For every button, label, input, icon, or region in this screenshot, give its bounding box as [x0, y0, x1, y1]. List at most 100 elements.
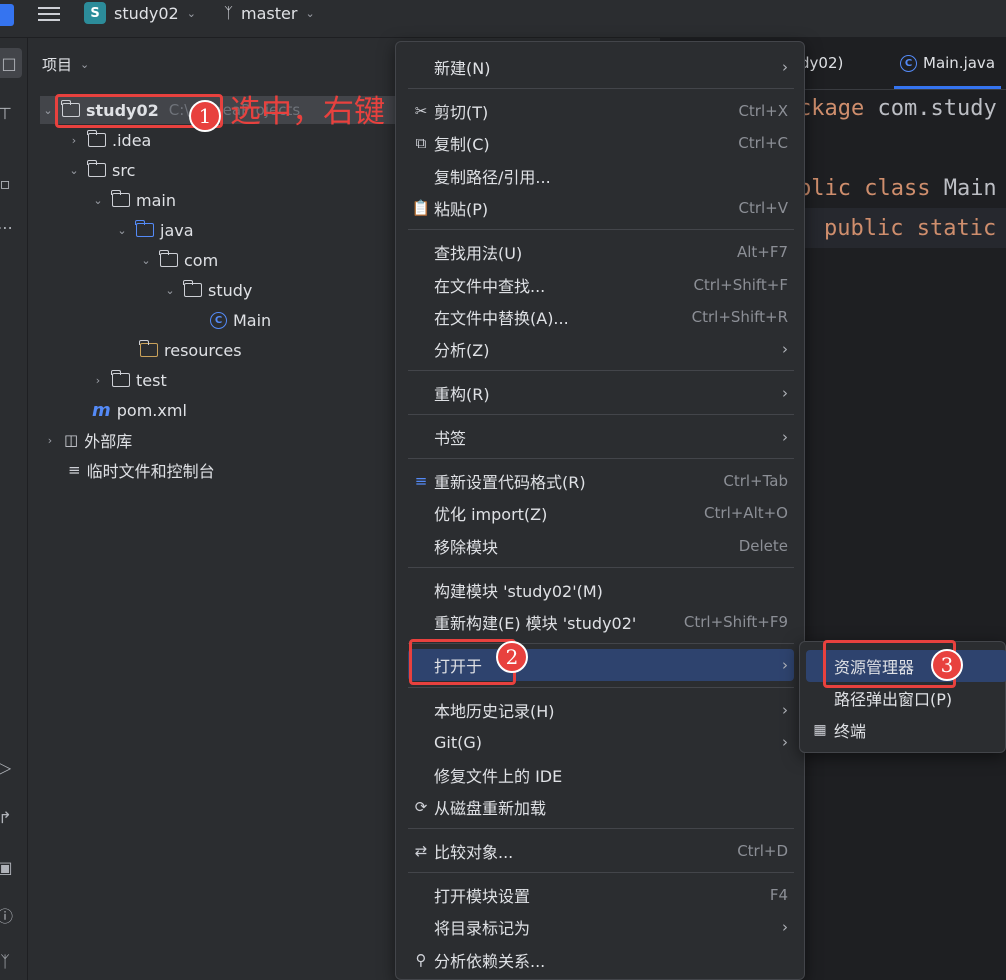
build-tool-icon[interactable]: ↱	[0, 806, 16, 828]
menu-item-optimize-imports[interactable]: 优化 import(Z) Ctrl+Alt+O	[408, 497, 794, 529]
app-logo-icon[interactable]	[0, 4, 14, 26]
menu-item-remove-module[interactable]: 移除模块 Delete	[408, 530, 794, 562]
menu-item-module-settings[interactable]: 打开模块设置 F4	[408, 879, 794, 911]
menu-separator	[408, 828, 794, 829]
package-icon	[183, 280, 202, 297]
folder-icon	[87, 160, 106, 177]
menu-separator	[408, 687, 794, 688]
menu-item-label: 打开模块设置	[434, 887, 531, 906]
code-line[interactable]: public static	[824, 216, 996, 241]
library-icon: ◫	[64, 431, 79, 449]
maven-icon: m	[92, 399, 111, 421]
menu-separator	[408, 872, 794, 873]
menu-item-shortcut: Ctrl+X	[738, 102, 788, 120]
tree-item-idea[interactable]: › .idea	[66, 126, 151, 154]
folder-icon	[87, 130, 106, 147]
tree-item-label: pom.xml	[116, 400, 187, 420]
submenu-item-terminal[interactable]: ▦ 终端	[806, 714, 1006, 746]
tree-item-test[interactable]: › test	[90, 366, 167, 394]
menu-item-label: 移除模块	[434, 538, 499, 557]
structure-tool-icon[interactable]: ▫	[0, 172, 16, 194]
chevron-right-icon: ›	[47, 433, 53, 447]
code-text: com.study	[864, 96, 997, 121]
menu-item-build-module[interactable]: 构建模块 'study02'(M)	[408, 574, 794, 606]
menu-item-label: 修复文件上的 IDE	[434, 767, 563, 786]
chevron-down-icon: ⌄	[69, 163, 79, 177]
chevron-right-icon: ›	[782, 656, 788, 674]
project-switcher[interactable]: S study02 ⌄	[84, 0, 196, 26]
main-menu-icon[interactable]	[38, 4, 60, 24]
tree-item-pom[interactable]: m pom.xml	[92, 396, 187, 424]
menu-item-label: 复制(C)	[434, 135, 490, 154]
menu-item-label: 分析依赖关系...	[434, 952, 546, 971]
tree-item-scratches[interactable]: ≡ 临时文件和控制台	[68, 456, 215, 484]
chevron-right-icon: ›	[782, 384, 788, 402]
tree-item-label: src	[112, 160, 136, 180]
tree-item-label: 临时文件和控制台	[86, 462, 215, 481]
menu-item-shortcut: Ctrl+Tab	[723, 472, 788, 490]
menu-item-cut[interactable]: ✂ 剪切(T) Ctrl+X	[408, 95, 794, 127]
tree-item-resources[interactable]: resources	[139, 336, 242, 364]
tree-item-com[interactable]: ⌄ com	[138, 246, 218, 274]
tab-main-java[interactable]: C Main.java	[893, 54, 1002, 89]
menu-item-label: 重新设置代码格式(R)	[434, 473, 586, 492]
menu-separator	[408, 370, 794, 371]
tree-item-external-libraries[interactable]: › ◫ 外部库	[42, 426, 132, 454]
code-line[interactable]: blic class Main	[798, 176, 997, 201]
menu-item-copy-path[interactable]: 复制路径/引用...	[408, 160, 794, 192]
menu-item-repair-ide[interactable]: 修复文件上的 IDE	[408, 759, 794, 791]
menu-item-compare-with[interactable]: ⇄ 比较对象... Ctrl+D	[408, 835, 794, 867]
menu-item-paste[interactable]: 📋 粘贴(P) Ctrl+V	[408, 192, 794, 224]
tab-study02[interactable]: dy02)	[800, 54, 843, 72]
branch-icon: ᛉ	[224, 4, 234, 22]
menu-item-find-in-files[interactable]: 在文件中查找... Ctrl+Shift+F	[408, 269, 794, 301]
tree-item-study[interactable]: ⌄ study	[162, 276, 252, 304]
menu-item-new[interactable]: 新建(N) ›	[408, 51, 794, 83]
menu-item-reload-from-disk[interactable]: ⟳ 从磁盘重新加载	[408, 791, 794, 823]
project-panel-header[interactable]: 项目 ⌄	[42, 54, 89, 75]
tree-item-src[interactable]: ⌄ src	[66, 156, 135, 184]
menu-item-refactor[interactable]: 重构(R) ›	[408, 377, 794, 409]
menu-item-shortcut: Ctrl+Shift+F	[693, 276, 788, 294]
menu-item-label: 本地历史记录(H)	[434, 702, 555, 721]
services-tool-icon[interactable]: ▷	[0, 756, 16, 778]
tree-item-java[interactable]: ⌄ java	[114, 216, 194, 244]
more-tools-icon[interactable]: ⋯	[0, 216, 16, 238]
package-icon	[159, 250, 178, 267]
code-text: Main	[930, 176, 997, 201]
branch-switcher[interactable]: ᛉ master ⌄	[224, 0, 315, 26]
panel-title: 项目	[42, 56, 73, 74]
project-tool-icon[interactable]: □	[0, 48, 22, 78]
tree-item-main-class[interactable]: C Main	[210, 306, 271, 334]
context-menu: 新建(N) › ✂ 剪切(T) Ctrl+X ⧉ 复制(C) Ctrl+C 复制路径/引用…	[395, 41, 805, 980]
tree-item-main[interactable]: ⌄ main	[90, 186, 176, 214]
commit-tool-icon[interactable]: ⊤	[0, 102, 16, 124]
menu-item-label: 新建(N)	[434, 59, 491, 78]
menu-item-mark-directory-as[interactable]: 将目录标记为 ›	[408, 911, 794, 943]
code-line[interactable]: ckage com.study	[798, 96, 997, 121]
terminal-tool-icon[interactable]: ▣	[0, 856, 16, 878]
menu-item-find-usages[interactable]: 查找用法(U) Alt+F7	[408, 236, 794, 268]
menu-item-replace-in-files[interactable]: 在文件中替换(A)... Ctrl+Shift+R	[408, 301, 794, 333]
menu-item-local-history[interactable]: 本地历史记录(H) ›	[408, 694, 794, 726]
git-tool-icon[interactable]: ᛉ	[0, 950, 16, 972]
menu-separator	[408, 414, 794, 415]
menu-item-label: 剪切(T)	[434, 103, 489, 122]
chevron-right-icon: ›	[95, 373, 101, 387]
menu-item-analyze-dependencies[interactable]: ⚲ 分析依赖关系...	[408, 944, 794, 976]
menu-item-git[interactable]: Git(G) ›	[408, 726, 794, 758]
problems-tool-icon[interactable]: ⓘ	[0, 904, 16, 926]
menu-item-label: 在文件中替换(A)...	[434, 309, 569, 328]
menu-item-copy[interactable]: ⧉ 复制(C) Ctrl+C	[408, 127, 794, 159]
scissors-icon: ✂	[414, 102, 428, 120]
menu-item-analyze[interactable]: 分析(Z) ›	[408, 333, 794, 365]
chevron-down-icon: ⌄	[186, 6, 196, 20]
menu-item-reformat-code[interactable]: ≡ 重新设置代码格式(R) Ctrl+Tab	[408, 465, 794, 497]
menu-item-rebuild-module[interactable]: 重新构建(E) 模块 'study02' Ctrl+Shift+F9	[408, 606, 794, 638]
menu-item-bookmarks[interactable]: 书签 ›	[408, 421, 794, 453]
branch-name: master	[241, 3, 298, 23]
chevron-down-icon: ⌄	[43, 103, 53, 117]
chevron-down-icon: ⌄	[93, 193, 103, 207]
chevron-right-icon: ›	[782, 428, 788, 446]
menu-separator	[408, 229, 794, 230]
